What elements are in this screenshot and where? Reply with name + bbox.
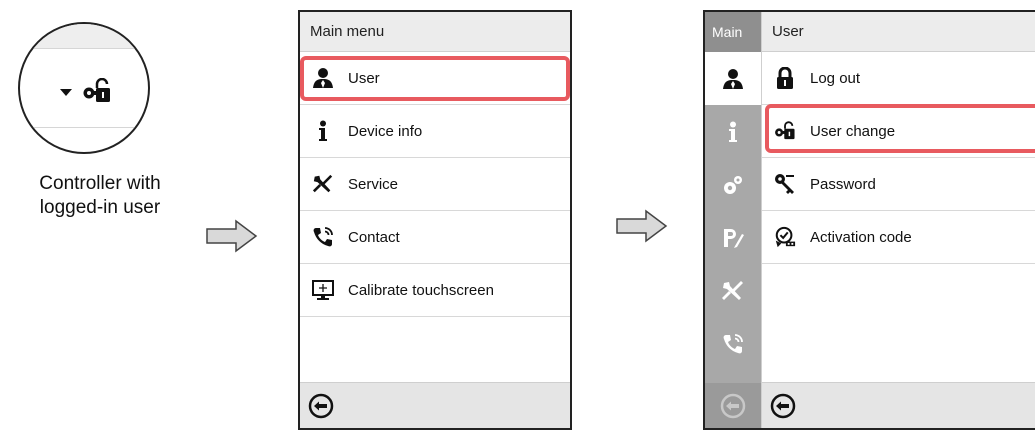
menu-item-password[interactable]: Password [762, 158, 1035, 211]
gears-icon [724, 175, 742, 194]
menu-item-label: User change [810, 122, 896, 140]
sidebar-title: Main [705, 12, 761, 52]
caption-line-1: Controller with [39, 173, 161, 194]
program-edit-icon [724, 228, 744, 248]
sidebar-item-contact[interactable] [705, 317, 761, 370]
menu-item-service[interactable]: Service [300, 158, 570, 211]
sidebar-item-user[interactable] [705, 52, 761, 105]
menu-item-label: Log out [810, 69, 861, 87]
panel-footer [300, 382, 570, 428]
sidebar: Main [705, 12, 761, 428]
menu-item-label: Password [810, 175, 876, 193]
tools-icon [722, 280, 743, 300]
tools-icon [312, 173, 334, 195]
user-menu-title: User [762, 12, 1035, 52]
right-arrow-icon [616, 209, 668, 243]
activation-icon [774, 226, 796, 248]
menu-item-user-change[interactable]: User change [762, 105, 1035, 158]
menu-item-label: Contact [348, 228, 400, 246]
menu-item-label: Device info [348, 122, 423, 140]
lock-icon [774, 67, 796, 89]
dropdown-caret-icon [60, 89, 72, 96]
caption: Controller with logged-in user [10, 172, 190, 220]
phone-icon [312, 226, 334, 248]
logged-in-user-lock-icon [83, 78, 110, 102]
user-key-icon [774, 120, 796, 142]
status-bar-band [20, 24, 148, 49]
user-icon [312, 67, 334, 89]
menu-item-activation-code[interactable]: Activation code [762, 211, 1035, 264]
right-arrow-icon [206, 219, 258, 253]
phone-icon [723, 333, 743, 353]
menu-item-label: Service [348, 175, 399, 193]
back-button-icon [720, 393, 746, 419]
user-menu-content: User Log out User change Password Activa… [761, 12, 1035, 428]
sidebar-item-service[interactable] [705, 264, 761, 317]
key-icon [774, 173, 796, 195]
sidebar-footer [705, 383, 761, 428]
menu-item-device-info[interactable]: Device info [300, 105, 570, 158]
user-icon [723, 68, 743, 89]
menu-item-log-out[interactable]: Log out [762, 52, 1035, 105]
panel-footer [762, 382, 1035, 428]
info-icon [729, 121, 737, 142]
back-button-icon[interactable] [770, 393, 796, 419]
magnifier-circle [18, 22, 150, 154]
menu-item-contact[interactable]: Contact [300, 211, 570, 264]
divider [20, 127, 148, 128]
menu-item-label: Activation code [810, 228, 912, 246]
sidebar-item-device-info[interactable] [705, 105, 761, 158]
info-icon [312, 120, 334, 142]
sidebar-item-program[interactable] [705, 211, 761, 264]
main-menu-panel: Main menu User Device info Service Conta… [298, 10, 572, 430]
main-menu-title: Main menu [300, 12, 570, 52]
menu-item-label: User [348, 69, 380, 87]
user-menu-panel: Main User Log out User change Password A… [703, 10, 1035, 430]
menu-item-user[interactable]: User [300, 52, 570, 105]
caption-line-2: logged-in user [39, 197, 161, 218]
menu-item-label: Calibrate touchscreen [348, 281, 494, 299]
touchscreen-icon [312, 279, 334, 301]
menu-item-calibrate-touchscreen[interactable]: Calibrate touchscreen [300, 264, 570, 317]
sidebar-item-settings[interactable] [705, 158, 761, 211]
back-button-icon[interactable] [308, 393, 334, 419]
